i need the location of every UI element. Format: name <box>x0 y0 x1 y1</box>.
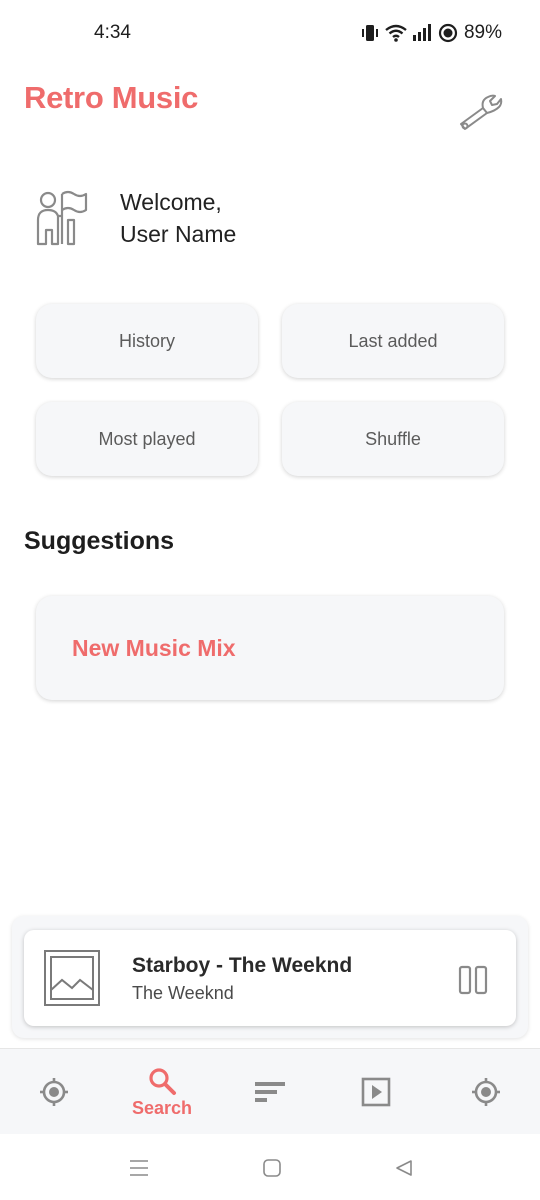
menu-icon <box>130 1160 148 1176</box>
mini-player[interactable]: Starboy - The Weeknd The Weeknd <box>24 930 516 1026</box>
nav-for-you[interactable] <box>24 1049 84 1135</box>
wrench-icon <box>460 94 503 130</box>
nav-songs[interactable] <box>240 1049 300 1135</box>
playlist-icon <box>361 1077 391 1107</box>
last-added-button[interactable]: Last added <box>282 304 504 378</box>
user-flag-icon <box>36 190 88 246</box>
pause-button[interactable] <box>454 960 494 1000</box>
pause-icon <box>458 965 488 995</box>
vibrate-icon <box>361 25 378 41</box>
welcome-text: Welcome, User Name <box>120 186 236 250</box>
app-title: Retro Music <box>24 80 199 115</box>
welcome-user-name: User Name <box>120 221 237 247</box>
search-icon <box>149 1067 176 1095</box>
track-title: Starboy - The Weeknd <box>132 954 353 977</box>
recents-button[interactable] <box>125 1154 153 1182</box>
bottom-navigation: Search <box>0 1048 540 1134</box>
track-artist: The Weeknd <box>132 983 234 1003</box>
status-time: 4:34 <box>94 22 131 43</box>
home-square-icon <box>263 1159 281 1177</box>
for-you-icon <box>40 1078 68 1106</box>
history-button[interactable]: History <box>36 304 258 378</box>
nav-artists[interactable] <box>456 1049 516 1135</box>
back-triangle-icon <box>396 1160 412 1176</box>
back-button[interactable] <box>390 1154 418 1182</box>
status-icons: 89% <box>360 22 502 44</box>
album-art <box>44 950 100 1006</box>
suggestions-heading: Suggestions <box>24 527 175 555</box>
new-music-mix-card[interactable]: New Music Mix <box>36 596 504 700</box>
image-placeholder-icon <box>44 950 100 1006</box>
most-played-button[interactable]: Most played <box>36 402 258 476</box>
mix-title: New Music Mix <box>72 635 236 661</box>
artist-icon <box>472 1078 500 1106</box>
wifi-icon <box>385 24 407 42</box>
nav-search-label: Search <box>131 1097 193 1118</box>
battery-icon <box>438 23 458 43</box>
home-button[interactable] <box>258 1154 286 1182</box>
status-bar: 4:34 89% <box>0 0 540 66</box>
battery-percentage: 89% <box>463 22 502 43</box>
welcome-greeting: Welcome, <box>120 189 222 215</box>
settings-button[interactable] <box>452 88 508 136</box>
signal-icon <box>412 24 431 41</box>
system-navigation <box>0 1134 540 1200</box>
user-avatar[interactable] <box>28 186 92 250</box>
shuffle-button[interactable]: Shuffle <box>282 402 504 476</box>
nav-playlist[interactable] <box>346 1049 406 1135</box>
nav-search[interactable]: Search <box>120 1049 204 1135</box>
songs-icon <box>255 1082 285 1102</box>
